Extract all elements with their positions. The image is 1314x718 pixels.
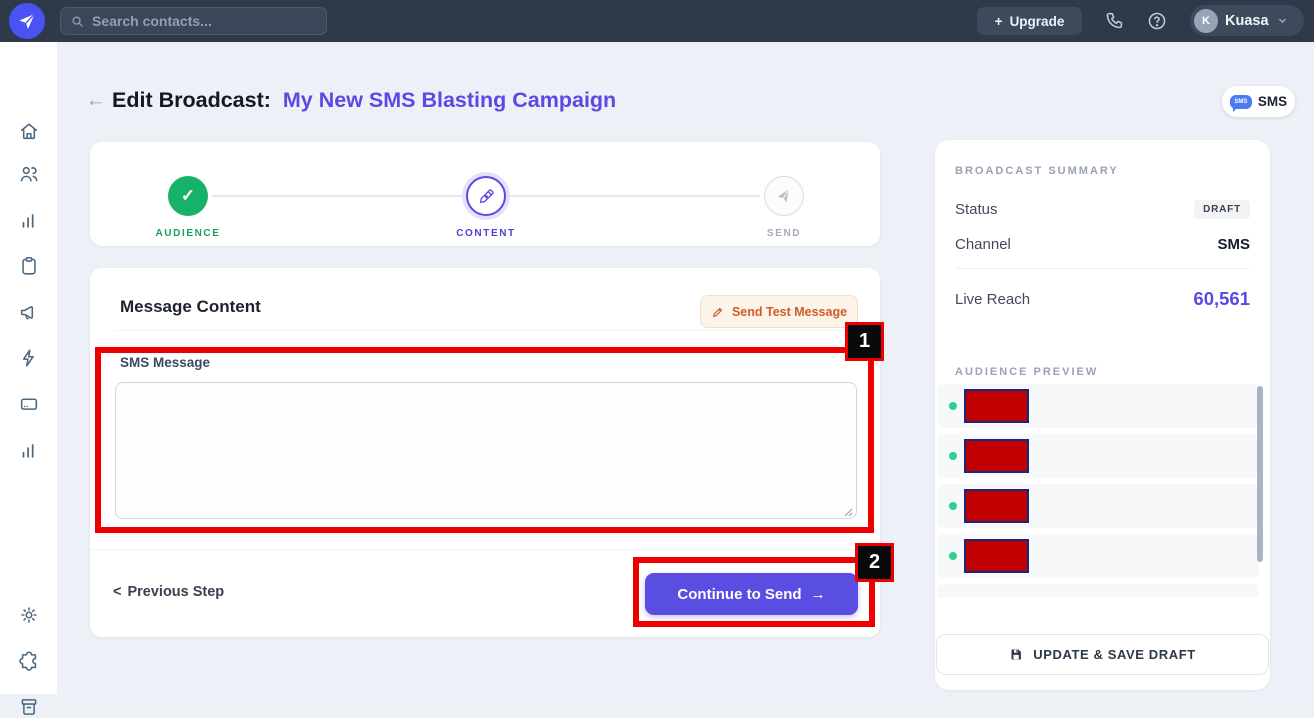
previous-step-button[interactable]: < Previous Step (113, 584, 224, 600)
live-reach-label: Live Reach (955, 291, 1030, 308)
step-label-send: SEND (724, 228, 844, 239)
message-content-card: Message Content Send Test Message SMS Me… (90, 268, 880, 637)
save-draft-label: UPDATE & SAVE DRAFT (1033, 647, 1196, 662)
avatar: K (1194, 9, 1218, 33)
status-label: Status (955, 201, 998, 218)
audience-preview-list (937, 384, 1259, 597)
continue-to-send-button[interactable]: Continue to Send → (645, 573, 858, 615)
redacted-name (964, 439, 1029, 473)
page-title: Edit Broadcast: My New SMS Blasting Camp… (112, 88, 616, 113)
contacts-icon[interactable] (18, 163, 40, 185)
search-input[interactable] (92, 13, 317, 29)
floppy-disk-icon (1009, 647, 1024, 662)
status-row: Status DRAFT (955, 200, 1250, 219)
plus-icon: + (995, 14, 1003, 29)
chevron-down-icon (1276, 14, 1289, 27)
step-content[interactable] (466, 176, 506, 216)
summary-heading: BROADCAST SUMMARY (955, 165, 1119, 177)
send-test-label: Send Test Message (732, 305, 847, 319)
pen-nib-icon (477, 187, 496, 206)
status-badge: DRAFT (1194, 200, 1250, 219)
campaign-name: My New SMS Blasting Campaign (283, 88, 616, 112)
step-label-content: CONTENT (426, 228, 546, 239)
arrow-right-icon: → (811, 586, 826, 603)
pen-icon (711, 305, 725, 319)
update-save-draft-button[interactable]: UPDATE & SAVE DRAFT (936, 634, 1269, 675)
stepper-card: ✓ AUDIENCE CONTENT SEND (90, 142, 880, 246)
channel-value: SMS (1217, 236, 1250, 253)
paper-plane-logo-icon (17, 11, 37, 31)
gear-icon[interactable] (18, 604, 40, 626)
phone-icon[interactable] (1104, 10, 1126, 32)
audience-list-item (937, 584, 1259, 597)
divider (115, 330, 855, 331)
chart-icon[interactable] (18, 209, 40, 231)
online-dot-icon (949, 452, 957, 460)
upgrade-label: Upgrade (1010, 14, 1065, 29)
audience-list-item (937, 384, 1259, 428)
scrollbar-thumb[interactable] (1257, 386, 1263, 562)
clipboard-icon[interactable] (18, 255, 40, 277)
channel-badge: SMS SMS (1222, 86, 1295, 117)
broadcast-summary-panel: BROADCAST SUMMARY Status DRAFT Channel S… (935, 140, 1270, 690)
puzzle-icon[interactable] (18, 650, 40, 672)
card-title: Message Content (120, 297, 261, 317)
live-reach-value: 60,561 (1193, 288, 1250, 310)
live-reach-row: Live Reach 60,561 (955, 288, 1250, 310)
channel-row: Channel SMS (955, 236, 1250, 253)
step-label-audience: AUDIENCE (128, 228, 248, 239)
title-prefix: Edit Broadcast: (112, 88, 271, 112)
sms-bubble-icon: SMS (1230, 95, 1252, 109)
check-icon: ✓ (181, 186, 195, 206)
step-connector (212, 195, 462, 197)
previous-step-label: Previous Step (127, 584, 224, 600)
divider (955, 268, 1250, 269)
back-arrow[interactable]: ← (86, 90, 105, 112)
online-dot-icon (949, 552, 957, 560)
step-send[interactable] (764, 176, 804, 216)
send-test-message-button[interactable]: Send Test Message (700, 295, 858, 328)
upgrade-button[interactable]: + Upgrade (977, 7, 1082, 35)
redacted-name (964, 389, 1029, 423)
sms-message-textarea[interactable] (115, 382, 857, 519)
online-dot-icon (949, 402, 957, 410)
sms-message-label: SMS Message (120, 355, 210, 370)
step-connector (510, 195, 760, 197)
online-dot-icon (949, 502, 957, 510)
audience-list-item (937, 484, 1259, 528)
resize-handle-icon[interactable] (842, 506, 853, 517)
card-icon[interactable] (18, 393, 40, 415)
audience-list-item (937, 434, 1259, 478)
search-icon (70, 14, 85, 29)
audience-preview-heading: AUDIENCE PREVIEW (955, 366, 1098, 378)
paper-plane-icon (775, 187, 793, 205)
archive-icon[interactable] (18, 696, 40, 718)
user-name: Kuasa (1225, 13, 1269, 29)
megaphone-icon[interactable] (18, 301, 40, 323)
user-menu[interactable]: K Kuasa (1190, 5, 1304, 36)
app-logo[interactable] (9, 3, 45, 39)
redacted-name (964, 539, 1029, 573)
lightning-icon[interactable] (18, 347, 40, 369)
analytics-icon[interactable] (18, 439, 40, 461)
divider (90, 549, 880, 550)
step-audience[interactable]: ✓ (168, 176, 208, 216)
search-bar (60, 7, 327, 35)
help-icon[interactable] (1146, 10, 1168, 32)
redacted-name (964, 489, 1029, 523)
top-navbar: + Upgrade K Kuasa (0, 0, 1314, 42)
chevron-left-icon: < (113, 584, 121, 600)
channel-badge-label: SMS (1258, 94, 1287, 109)
continue-label: Continue to Send (677, 586, 801, 603)
channel-label: Channel (955, 236, 1011, 253)
left-sidebar (0, 42, 57, 694)
audience-list-item (937, 534, 1259, 578)
home-icon[interactable] (18, 120, 40, 142)
